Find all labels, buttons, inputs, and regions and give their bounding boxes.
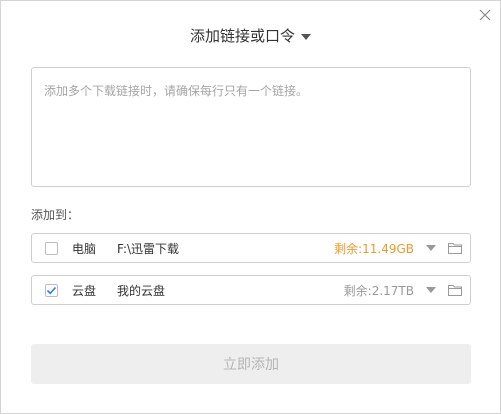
chevron-down-icon[interactable]: [426, 245, 436, 251]
destination-checkbox-pc[interactable]: [45, 241, 58, 255]
check-icon: [46, 286, 57, 294]
folder-icon[interactable]: [448, 242, 462, 254]
destination-path: 我的云盘: [117, 283, 166, 298]
add-link-dialog: 添加链接或口令 添加到： 电脑 F:\迅雷下载 剩余:11.49GB 云盘 我的…: [0, 0, 501, 414]
add-now-button[interactable]: 立即添加: [31, 344, 471, 384]
destination-row-cloud[interactable]: 云盘 我的云盘 剩余:2.17TB: [31, 275, 471, 305]
dialog-title-dropdown[interactable]: 添加链接或口令: [1, 25, 500, 46]
add-to-label: 添加到：: [31, 208, 80, 222]
caret-down-icon: [301, 33, 311, 40]
chevron-down-icon[interactable]: [426, 287, 436, 293]
dialog-title: 添加链接或口令: [189, 27, 295, 45]
destination-row-pc[interactable]: 电脑 F:\迅雷下载 剩余:11.49GB: [31, 233, 471, 263]
links-input[interactable]: [31, 67, 471, 187]
destination-path: F:\迅雷下载: [117, 241, 180, 256]
destination-name: 电脑: [72, 241, 97, 256]
free-space: 剩余:11.49GB: [334, 241, 414, 256]
close-icon[interactable]: [478, 7, 492, 21]
folder-icon[interactable]: [448, 284, 462, 296]
free-space: 剩余:2.17TB: [343, 283, 414, 298]
destination-checkbox-cloud[interactable]: [45, 283, 58, 297]
destination-name: 云盘: [72, 283, 97, 298]
